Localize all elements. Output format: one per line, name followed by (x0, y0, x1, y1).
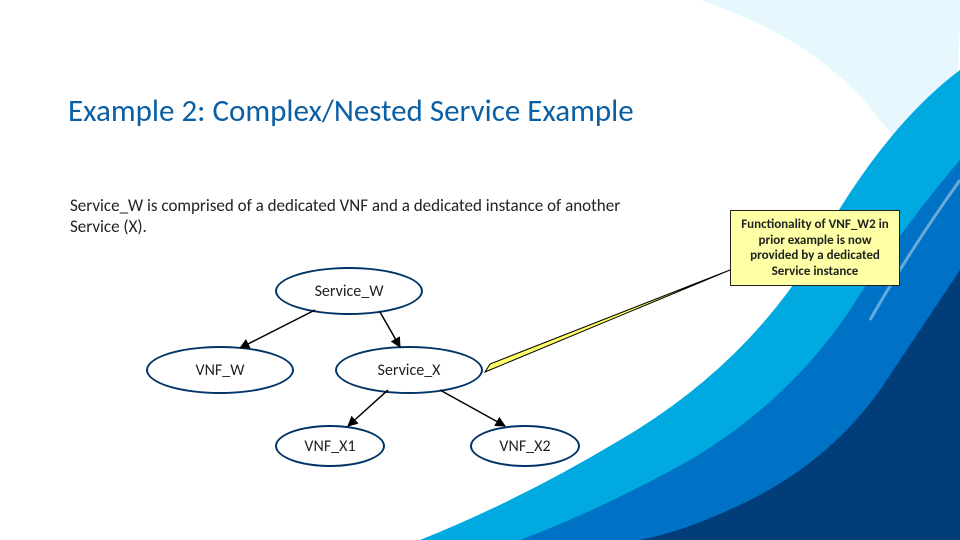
node-service-x: Service_X (335, 346, 483, 394)
node-service-w: Service_W (275, 267, 423, 315)
node-vnf-x2: VNF_X2 (470, 425, 580, 467)
slide-description: Service_W is comprised of a dedicated VN… (70, 195, 630, 238)
slide-title: Example 2: Complex/Nested Service Exampl… (68, 92, 634, 130)
node-vnf-x1: VNF_X1 (275, 425, 385, 467)
node-vnf-w: VNF_W (146, 346, 294, 394)
callout-note: Functionality of VNF_W2 in prior example… (730, 210, 900, 286)
